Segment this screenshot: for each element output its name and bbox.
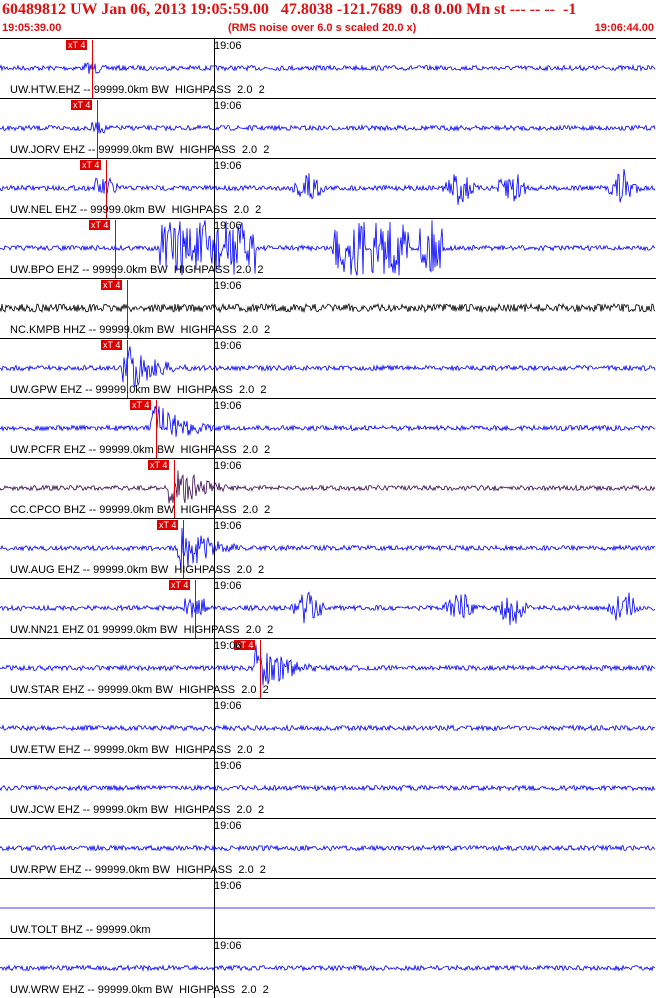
time-tick-label: 19:06: [214, 160, 242, 172]
station-label-bpo: UW.BPO EHZ -- 99999.0km BW HIGHPASS 2.0 …: [10, 264, 264, 276]
waveform-nel: [0, 168, 656, 205]
waveform-jcw: [0, 784, 656, 792]
waveform-htw: [0, 62, 656, 75]
time-tick-label: 19:06: [214, 640, 242, 652]
time-tick-label: 19:06: [214, 220, 242, 232]
time-tick-label: 19:06: [214, 880, 242, 892]
waveform-cpco: [0, 470, 656, 504]
pick-flag-htw[interactable]: xT 4: [66, 40, 88, 50]
station-label-tolt: UW.TOLT BHZ -- 99999.0km: [10, 924, 151, 936]
waveform-rpw: [0, 844, 656, 852]
pick-flag-bpo[interactable]: xT 4: [89, 220, 111, 230]
station-label-gpw: UW.GPW EHZ -- 99999.0km BW HIGHPASS 2.0 …: [10, 384, 267, 396]
time-tick-label: 19:06: [214, 820, 242, 832]
station-label-star: UW.STAR EHZ -- 99999.0km BW HIGHPASS 2.0…: [10, 684, 269, 696]
waveform-etw: [0, 723, 656, 732]
waveform-kmpb: [0, 302, 656, 314]
pick-flag-cpco[interactable]: xT 4: [148, 460, 170, 470]
pick-flag-kmpb[interactable]: xT 4: [101, 280, 123, 290]
time-tick-label: 19:06: [214, 700, 242, 712]
station-label-nel: UW.NEL EHZ -- 99999.0km BW HIGHPASS 2.0 …: [10, 204, 262, 216]
time-tick-label: 19:06: [214, 760, 242, 772]
pick-flag-pcfr[interactable]: xT 4: [130, 400, 152, 410]
waveform-nn21: [0, 591, 656, 626]
pick-flag-jorv[interactable]: xT 4: [71, 100, 93, 110]
waveform-star: [0, 644, 656, 686]
time-tick-label: 19:06: [214, 940, 242, 952]
time-tick-label: 19:06: [214, 400, 242, 412]
station-label-jorv: UW.JORV EHZ -- 99999.0km BW HIGHPASS 2.0…: [10, 144, 270, 156]
station-label-cpco: CC.CPCO BHZ -- 99999.0km BW HIGHPASS 2.0…: [10, 504, 271, 516]
waveform-wrw: [0, 964, 656, 972]
time-tick-label: 19:06: [214, 280, 242, 292]
waveform-jorv: [0, 121, 656, 134]
pick-flag-nel[interactable]: xT 4: [80, 160, 102, 170]
station-label-jcw: UW.JCW EHZ -- 99999.0km BW HIGHPASS 2.0 …: [10, 804, 265, 816]
time-tick-label: 19:06: [214, 520, 242, 532]
time-tick-label: 19:06: [214, 580, 242, 592]
time-tick-label: 19:06: [214, 460, 242, 472]
time-tick-label: 19:06: [214, 100, 242, 112]
pick-flag-nn21[interactable]: xT 4: [169, 580, 191, 590]
waveform-gpw: [0, 346, 656, 388]
pick-flag-gpw[interactable]: xT 4: [101, 340, 123, 350]
time-tick-label: 19:06: [214, 40, 242, 52]
station-label-etw: UW.ETW EHZ -- 99999.0km BW HIGHPASS 2.0 …: [10, 744, 265, 756]
station-label-aug: UW.AUG EHZ -- 99999.0km BW HIGHPASS 2.0 …: [10, 564, 265, 576]
station-label-rpw: UW.RPW EHZ -- 99999.0km BW HIGHPASS 2.0 …: [10, 864, 266, 876]
station-label-nn21: UW.NN21 EHZ 01 99999.0km BW HIGHPASS 2.0…: [10, 624, 274, 636]
station-label-kmpb: NC.KMPB HHZ -- 99999.0km BW HIGHPASS 2.0…: [10, 324, 271, 336]
station-label-wrw: UW.WRW EHZ -- 99999.0km BW HIGHPASS 2.0 …: [10, 984, 269, 996]
station-label-pcfr: UW.PCFR EHZ -- 99999.0km BW HIGHPASS 2.0…: [10, 444, 271, 456]
time-tick-label: 19:06: [214, 340, 242, 352]
pick-flag-aug[interactable]: xT 4: [157, 520, 179, 530]
station-label-htw: UW.HTW.EHZ -- 99999.0km BW HIGHPASS 2.0 …: [10, 84, 265, 96]
waveform-pcfr: [0, 405, 656, 437]
